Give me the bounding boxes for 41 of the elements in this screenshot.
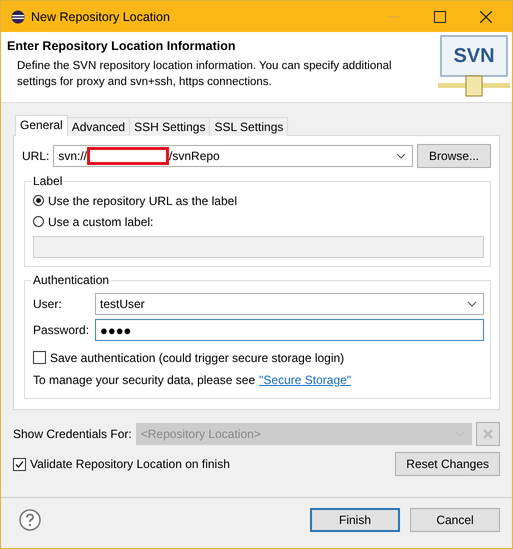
radio-label: Use a custom label: — [48, 214, 154, 228]
chevron-down-icon[interactable] — [396, 153, 406, 159]
checkbox-label: Save authentication (could trigger secure storage login) — [50, 350, 344, 364]
checkbox[interactable] — [13, 458, 26, 470]
group-title: Label — [32, 174, 64, 188]
page-title: Enter Repository Location Information — [7, 39, 236, 53]
slider-drawing — [438, 75, 510, 97]
tab[interactable]: Advanced — [66, 117, 130, 136]
help-icon[interactable] — [19, 509, 41, 531]
app-icon — [11, 10, 25, 24]
tab[interactable]: SSL Settings — [209, 117, 288, 136]
user-field[interactable]: testUser — [95, 293, 484, 315]
secure-storage-link[interactable]: "Secure Storage" — [259, 373, 352, 387]
radio-button[interactable] — [33, 195, 44, 206]
password-label: Password: — [33, 323, 90, 337]
browse-button[interactable]: Browse... — [417, 144, 491, 168]
radio-option[interactable]: Use the repository URL as the label — [33, 190, 484, 211]
password-field[interactable]: ●●●● — [95, 319, 484, 341]
radio-button[interactable] — [33, 216, 44, 227]
dialog-button[interactable]: Finish — [310, 508, 400, 532]
chevron-down-icon[interactable] — [467, 301, 477, 307]
url-field[interactable]: svn:// /svnRepo — [53, 145, 413, 167]
dialog-button[interactable]: Cancel — [410, 508, 500, 532]
maximize-icon[interactable] — [434, 10, 446, 22]
close-icon[interactable] — [480, 10, 492, 22]
user-label: User: — [33, 297, 63, 311]
page-description: Define the SVN repository location information. You can specify additional settings for proxy and svn+ssh, https connections. — [17, 59, 393, 90]
radio-option[interactable]: Use a custom label: — [33, 211, 484, 232]
logo-text: SVN — [453, 44, 495, 68]
checkbox-label: Validate Repository Location on finish — [30, 457, 230, 471]
tab[interactable]: General — [15, 115, 68, 136]
checkbox[interactable] — [33, 351, 46, 364]
security-note: To manage your security data, please see — [33, 373, 256, 387]
window-title: New Repository Location — [31, 10, 171, 24]
delete-icon — [482, 428, 494, 440]
reset-changes-button[interactable]: Reset Changes — [395, 452, 500, 476]
group-title: Authentication — [32, 273, 110, 287]
credentials-label: Show Credentials For: — [13, 427, 132, 441]
tab[interactable]: SSH Settings — [129, 117, 210, 136]
radio-label: Use the repository URL as the label — [48, 194, 237, 208]
url-label: URL: — [22, 149, 50, 163]
